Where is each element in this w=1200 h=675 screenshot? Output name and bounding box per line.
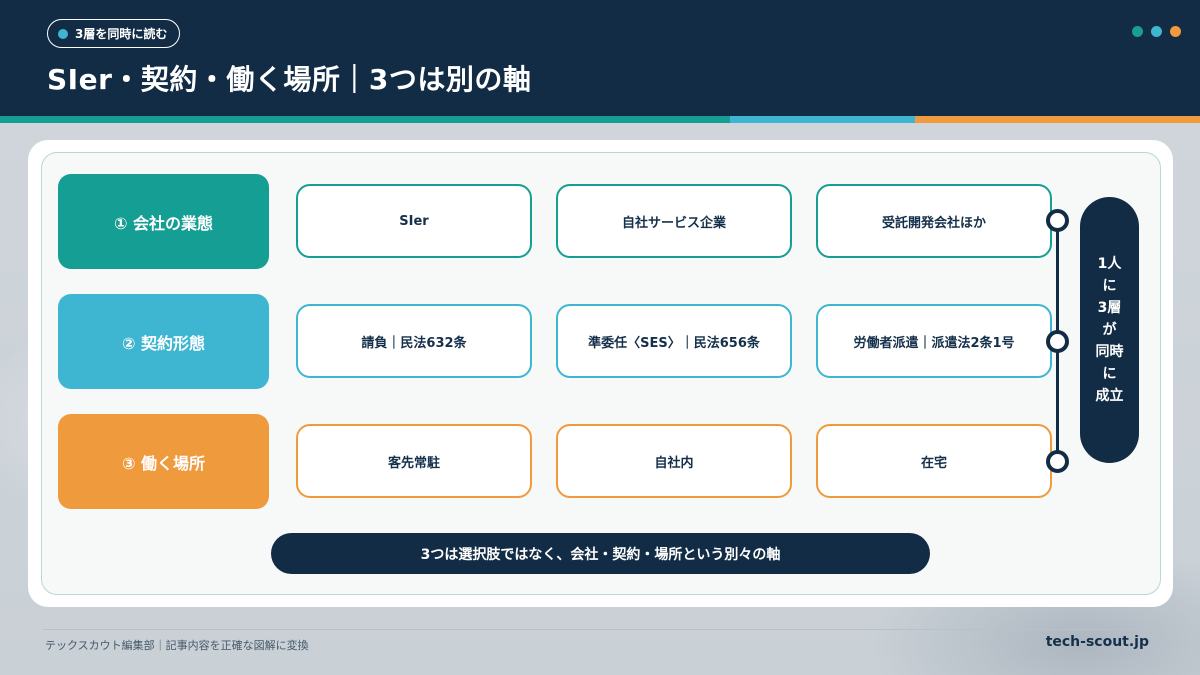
dot-icon-orange <box>1170 26 1181 37</box>
header-bar: 3層を同時に読む SIer・契約・働く場所｜3つは別の軸 <box>0 0 1200 116</box>
row-label-business-type: ① 会社の業態 <box>58 174 269 269</box>
connector-node-1 <box>1046 209 1069 232</box>
summary-bar: 3つは選択肢ではなく、会社・契約・場所という別々の軸 <box>271 533 930 574</box>
row-label-contract-type: ② 契約形態 <box>58 294 269 389</box>
cell-contract-ses: 準委任〈SES〉｜民法656条 <box>556 304 792 378</box>
cell-location-client-site: 客先常駐 <box>296 424 532 498</box>
side-line-3: 3層 <box>1097 300 1122 316</box>
footer-site-link[interactable]: tech-scout.jp <box>1046 634 1149 650</box>
dot-icon-cyan <box>1151 26 1162 37</box>
header-dots <box>1132 26 1181 37</box>
side-line-1: 1人 <box>1097 256 1122 272</box>
row-label-work-location: ③ 働く場所 <box>58 414 269 509</box>
connector-node-2 <box>1046 330 1069 353</box>
tag-dot-icon <box>58 28 68 39</box>
cell-location-in-house: 自社内 <box>556 424 792 498</box>
header-tag-label: 3層を同時に読む <box>75 27 168 41</box>
cell-business-contract-dev: 受託開発会社ほか <box>816 184 1052 258</box>
accent-bar <box>0 116 1200 123</box>
dot-icon-teal <box>1132 26 1143 37</box>
page-title: SIer・契約・働く場所｜3つは別の軸 <box>47 63 532 96</box>
side-pill: 1人 に 3層 が 同時 に 成立 <box>1080 197 1139 463</box>
header-tag: 3層を同時に読む <box>47 19 181 48</box>
cell-contract-dispatch: 労働者派遣｜派遣法2条1号 <box>816 304 1052 378</box>
accent-segment-cyan <box>730 116 915 123</box>
footer-credit: テックスカウト編集部｜記事内容を正確な図解に変換 <box>45 639 309 652</box>
cell-location-remote: 在宅 <box>816 424 1052 498</box>
cell-contract-ukeoi: 請負｜民法632条 <box>296 304 532 378</box>
accent-segment-teal <box>0 116 730 123</box>
side-line-7: 成立 <box>1095 388 1124 404</box>
side-line-2: に <box>1102 278 1117 294</box>
side-line-6: に <box>1102 366 1117 382</box>
side-line-4: が <box>1102 322 1117 338</box>
connector-node-3 <box>1046 450 1069 473</box>
side-line-5: 同時 <box>1095 344 1124 360</box>
footer-divider <box>43 629 1156 630</box>
accent-segment-orange <box>915 116 1200 123</box>
cell-business-sier: SIer <box>296 184 532 258</box>
cell-business-own-service: 自社サービス企業 <box>556 184 792 258</box>
